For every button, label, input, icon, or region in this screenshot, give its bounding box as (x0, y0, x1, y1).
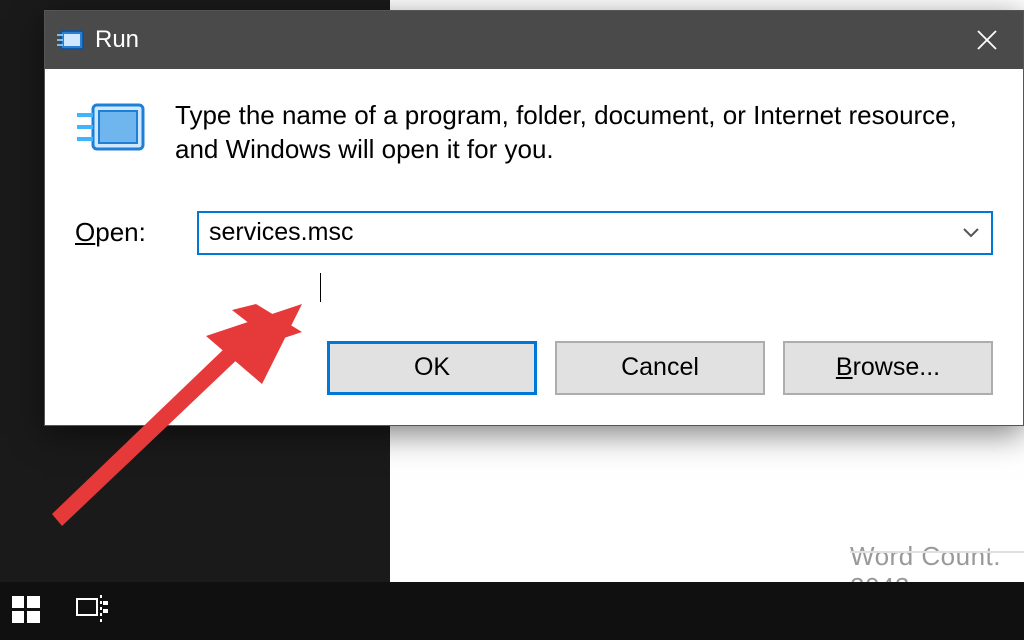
open-label: Open: (75, 217, 175, 248)
text-caret (320, 273, 321, 302)
open-input[interactable] (199, 213, 951, 253)
dropdown-button[interactable] (951, 213, 991, 253)
close-icon (976, 29, 998, 51)
chevron-down-icon (962, 227, 980, 239)
titlebar[interactable]: Run (45, 11, 1023, 69)
task-view-button[interactable] (74, 595, 108, 628)
close-button[interactable] (951, 11, 1023, 69)
run-icon-large (75, 97, 149, 161)
browse-button[interactable]: Browse... (783, 341, 993, 395)
windows-icon (10, 593, 42, 625)
task-view-icon (74, 595, 108, 623)
run-dialog: Run Type the name of a program, folder, … (44, 10, 1024, 426)
start-button[interactable] (10, 593, 42, 630)
dialog-title: Run (95, 26, 139, 54)
cancel-button[interactable]: Cancel (555, 341, 765, 395)
taskbar[interactable] (0, 582, 1024, 640)
dialog-description: Type the name of a program, folder, docu… (175, 97, 993, 167)
ok-button[interactable]: OK (327, 341, 537, 395)
open-combobox[interactable] (197, 211, 993, 255)
run-icon-small (57, 29, 85, 51)
